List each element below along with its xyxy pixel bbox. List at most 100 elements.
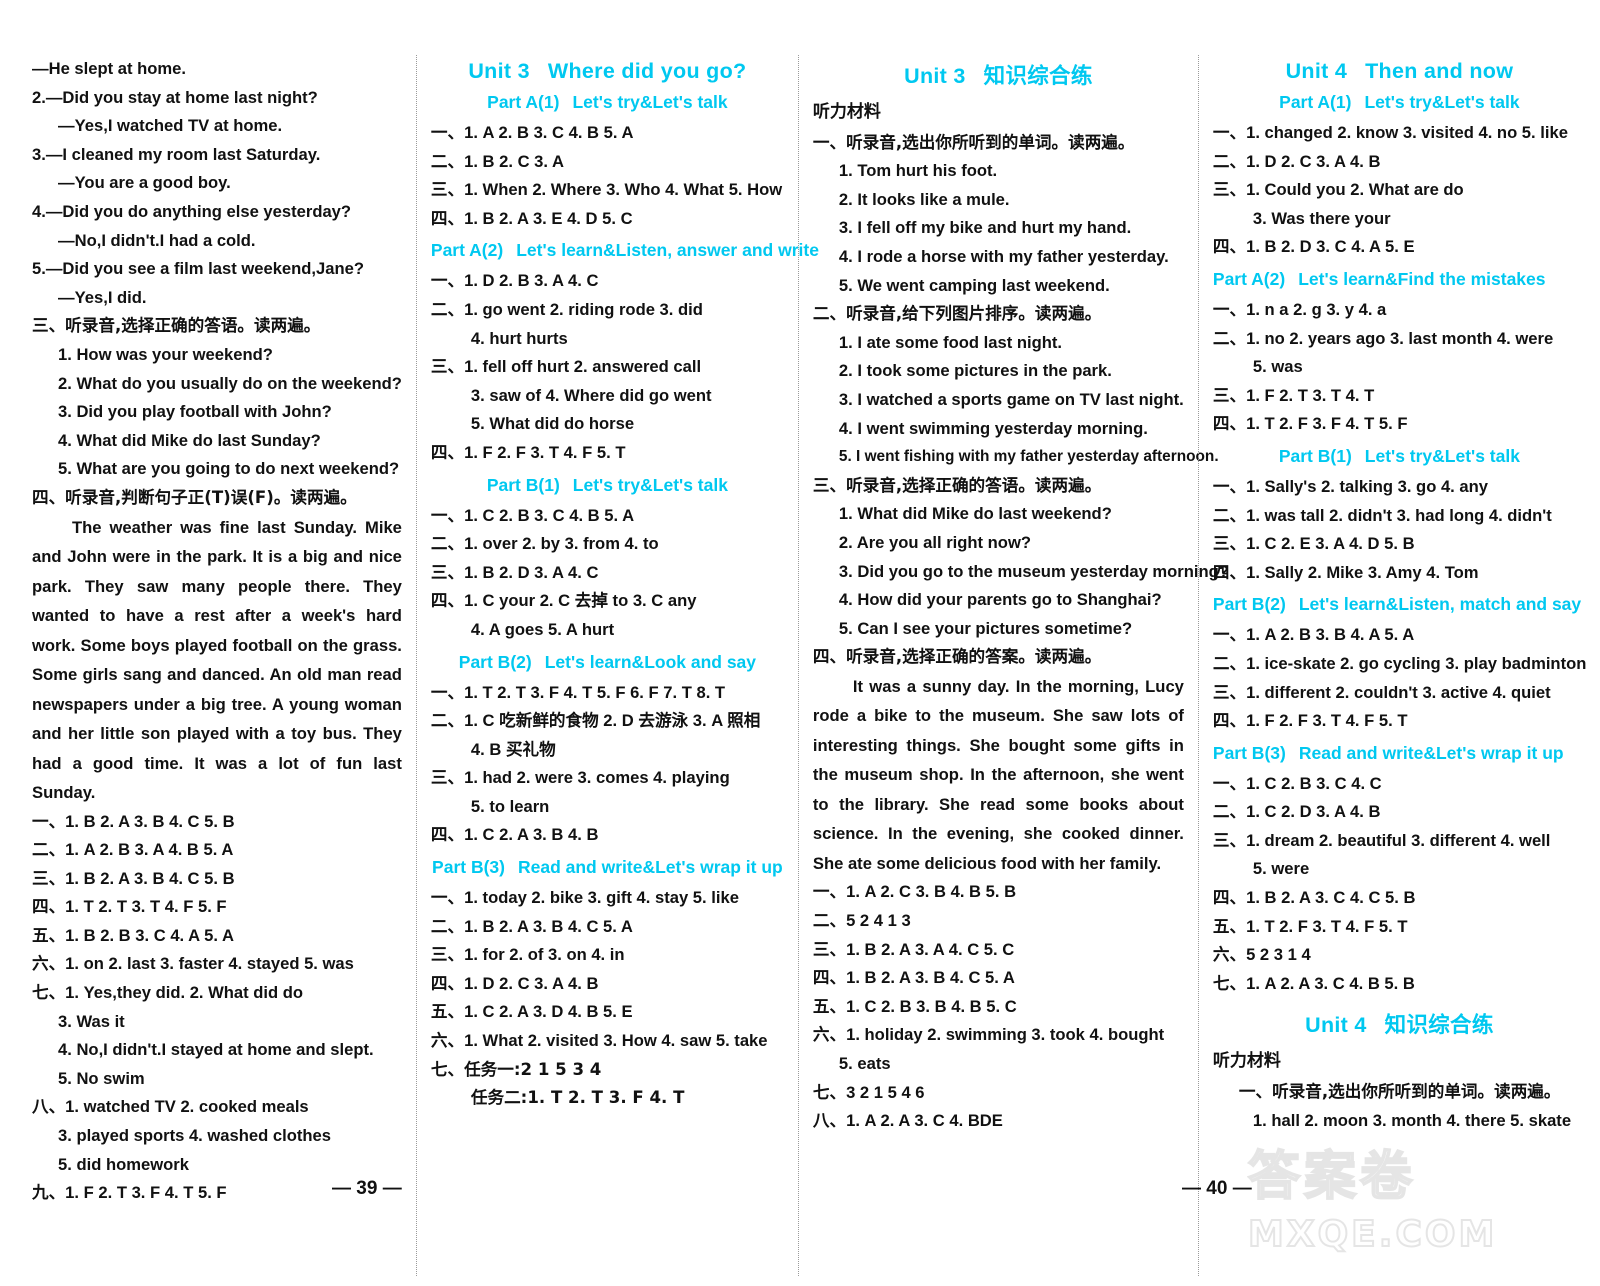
answer-line: 六、1. What 2. visited 3. How 4. saw 5. ta… <box>430 1031 768 1051</box>
answer-line: 5. did homework <box>58 1154 189 1174</box>
unit-number: Unit 4 <box>1285 59 1348 83</box>
part-heading: Part B(2) Let's learn&Look and say <box>431 652 784 673</box>
answer-line: 一、1. today 2. bike 3. gift 4. stay 5. li… <box>430 888 739 908</box>
answer-line: 一、1. changed 2. know 3. visited 4. no 5.… <box>1212 123 1568 142</box>
answer-key-page: —He slept at home. 2.—Did you stay at ho… <box>0 0 1600 1286</box>
answer-line: 二、1. D 2. C 3. A 4. B <box>1212 151 1381 171</box>
answer-line: 任务二:1. T 2. T 3. F 4. T <box>470 1088 685 1108</box>
answer-line: 二、1. B 2. A 3. B 4. C 5. A <box>430 916 633 936</box>
answer-line: 5. What did do horse <box>470 414 635 434</box>
part-heading: Part A(1) Let's try&Let's talk <box>431 92 784 113</box>
dialog-line: 5.—Did you see a film last weekend,Jane? <box>32 259 364 279</box>
part-heading: Part A(2) Let's learn&Find the mistakes <box>1213 269 1586 290</box>
listening-item: 4. What did Mike do last Sunday? <box>58 430 321 450</box>
answer-line: 一、1. n a 2. g 3. y 4. a <box>1212 299 1387 319</box>
answer-line: 七、1. A 2. A 3. C 4. B 5. B <box>1212 973 1415 993</box>
answer-line: 八、1. watched TV 2. cooked meals <box>32 1097 309 1117</box>
answer-line: 一、1. T 2. T 3. F 4. T 5. F 6. F 7. T 8. … <box>430 682 726 702</box>
answer-line: 八、1. A 2. A 3. C 4. BDE <box>812 1111 1003 1131</box>
listening-item: 1. I ate some food last night. <box>838 332 1063 352</box>
answer-line: 二、1. C 2. D 3. A 4. B <box>1212 802 1381 822</box>
listening-item: 2. I took some pictures in the park. <box>838 361 1112 381</box>
part-label: Part B(2) <box>458 651 532 672</box>
part-name: Let's try&Let's talk <box>1364 445 1520 466</box>
answer-line: 3. played sports 4. washed clothes <box>58 1126 331 1146</box>
answer-line: 二、1. no 2. years ago 3. last month 4. we… <box>1212 328 1554 348</box>
part-name: Read and write&Let's wrap it up <box>1298 742 1564 763</box>
unit-name: 知识综合练 <box>1384 1013 1494 1039</box>
listening-material-label: 听力材料 <box>812 102 881 122</box>
unit-name: Then and now <box>1365 59 1514 83</box>
answer-line: 二、1. was tall 2. didn't 3. had long 4. d… <box>1212 505 1552 525</box>
section-two-title: 二、听录音,给下列图片排序。读两遍。 <box>812 304 1102 324</box>
listening-item: 2. Are you all right now? <box>838 532 1031 552</box>
listening-item: 4. I rode a horse with my father yesterd… <box>838 246 1169 266</box>
answer-line: 5. to learn <box>470 796 550 816</box>
part-heading: Part B(3) Read and write&Let's wrap it up <box>1213 743 1586 764</box>
answer-line: 4. No,I didn't.I stayed at home and slep… <box>58 1040 374 1060</box>
answer-line: 三、1. B 2. A 3. B 4. C 5. B <box>32 868 235 888</box>
answer-line: 三、1. When 2. Where 3. Who 4. What 5. How <box>430 180 783 200</box>
section-four-title: 四、听录音,选择正确的答案。读两遍。 <box>812 647 1102 667</box>
unit-heading: Unit 3 Where did you go? <box>431 59 784 84</box>
answer-line: 三、1. fell off hurt 2. answered call <box>430 357 702 377</box>
answer-line: 六、1. holiday 2. swimming 3. took 4. boug… <box>812 1025 1165 1045</box>
listening-item: 3. I fell off my bike and hurt my hand. <box>838 218 1132 238</box>
part-heading: Part B(3) Read and write&Let's wrap it up <box>431 857 784 878</box>
section-three-title: 三、听录音,选择正确的答语。读两遍。 <box>812 475 1102 495</box>
section-one-title: 一、听录音,选出你所听到的单词。读两遍。 <box>812 132 1135 152</box>
listening-item: 1. Tom hurt his foot. <box>838 161 998 181</box>
answer-line: 五、1. C 2. B 3. B 4. B 5. C <box>812 996 1017 1016</box>
answer-line: 二、1. A 2. B 3. A 4. B 5. A <box>32 840 234 860</box>
section-three-title: 三、听录音,选择正确的答语。读两遍。 <box>32 316 321 336</box>
part-label: Part B(3) <box>432 857 505 878</box>
answer-line: 5. was <box>1252 357 1303 377</box>
page-number-left: — 39 — <box>332 1178 402 1199</box>
part-name: Let's try&Let's talk <box>572 92 728 112</box>
listening-item: 4. How did your parents go to Shanghai? <box>838 590 1162 610</box>
answer-line: 七、任务一:2 1 5 3 4 <box>430 1059 602 1079</box>
answer-line: 4. A goes 5. A hurt <box>470 619 615 639</box>
answer-line: 4. hurt hurts <box>470 328 568 348</box>
answer-line: 二、1. go went 2. riding rode 3. did <box>430 299 703 319</box>
answer-line: 三、1. B 2. A 3. A 4. C 5. C <box>812 939 1015 959</box>
answer-line: 四、1. F 2. F 3. T 4. F 5. T <box>1212 711 1408 731</box>
answer-line: 4. B 买礼物 <box>470 739 556 759</box>
dialog-line: 2.—Did you stay at home last night? <box>32 87 318 107</box>
answer-line: 3. saw of 4. Where did go went <box>470 385 712 405</box>
listening-item: 5. I went fishing with my father yesterd… <box>838 448 1219 466</box>
answer-line: 三、1. had 2. were 3. comes 4. playing <box>430 768 730 788</box>
section-four-title: 四、听录音,判断句子正(T)误(F)。读两遍。 <box>32 487 357 507</box>
part-label: Part B(1) <box>1278 445 1352 466</box>
part-heading: Part B(1) Let's try&Let's talk <box>1213 446 1586 467</box>
dialog-line: —No,I didn't.I had a cold. <box>58 230 256 250</box>
part-label: Part B(2) <box>1212 594 1286 615</box>
unit-number: Unit 3 <box>468 59 530 83</box>
answer-line: 四、1. B 2. D 3. C 4. A 5. E <box>1212 237 1415 257</box>
listening-item: 5. Can I see your pictures sometime? <box>838 618 1133 638</box>
column-two: Unit 3 Where did you go? Part A(1) Let's t… <box>415 55 819 1276</box>
part-heading: Part A(1) Let's try&Let's talk <box>1213 92 1586 113</box>
column-four: Unit 4 Then and now Part A(1) Let's try&Le… <box>1197 55 1600 1276</box>
listening-item: 4. I went swimming yesterday morning. <box>838 418 1148 438</box>
listening-passage: The weather was fine last Sunday. Mike a… <box>32 517 402 803</box>
unit-heading: Unit 3 知识综合练 <box>813 59 1184 90</box>
answer-line: 七、1. Yes,they did. 2. What did do <box>32 983 304 1003</box>
column-three: Unit 3 知识综合练 听力材料 一、听录音,选出你所听到的单词。读两遍。 1.… <box>797 55 1229 1276</box>
answer-line: 一、1. C 2. B 3. C 4. C <box>1212 773 1382 793</box>
answer-line: 5. were <box>1252 859 1310 879</box>
answer-line: 3. Was it <box>58 1011 125 1031</box>
answer-line: 5. eats <box>838 1053 891 1073</box>
unit-heading: Unit 4 Then and now <box>1213 59 1586 84</box>
answer-line: 五、1. T 2. F 3. T 4. F 5. T <box>1212 916 1408 936</box>
answer-line: 一、1. A 2. B 3. C 4. B 5. A <box>430 123 634 142</box>
section-one-title: 一、听录音,选出你所听到的单词。读两遍。 <box>1238 1082 1561 1102</box>
dialog-line: 4.—Did you do anything else yesterday? <box>32 201 352 221</box>
answer-line: 三、1. Could you 2. What are do <box>1212 180 1464 200</box>
answer-line: 二、1. ice-skate 2. go cycling 3. play bad… <box>1212 653 1587 673</box>
part-name: Let's learn&Look and say <box>544 651 757 672</box>
part-heading: Part A(2) Let's learn&Listen, answer and … <box>431 240 819 261</box>
answer-line: 五、1. B 2. B 3. C 4. A 5. A <box>32 925 234 945</box>
page-number-right: — 40 — <box>1182 1178 1252 1199</box>
listening-material-label: 听力材料 <box>1212 1051 1281 1072</box>
